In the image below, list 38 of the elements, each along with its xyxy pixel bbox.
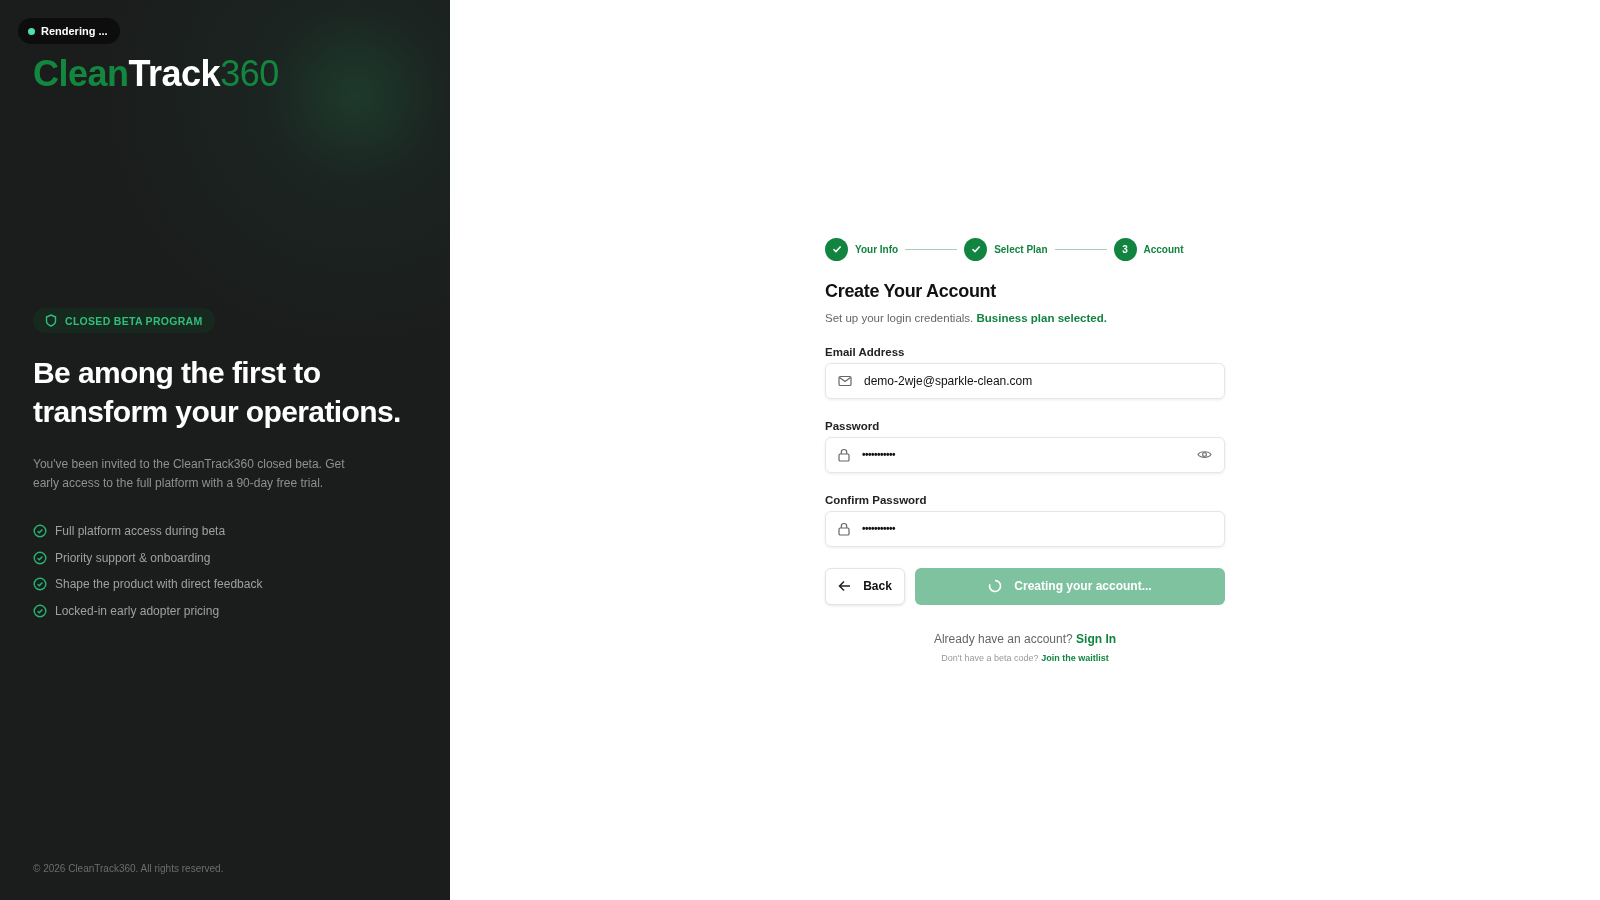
- lock-icon: [838, 447, 850, 462]
- check-circle-icon: [33, 524, 47, 539]
- eye-icon[interactable]: [1197, 449, 1212, 460]
- promo-heading: Be among the first to transform your operations.: [33, 355, 402, 430]
- feature-text: Full platform access during beta: [55, 524, 226, 539]
- step-number: 3: [1113, 237, 1137, 261]
- beta-code-prompt: Don't have a beta code?: [941, 652, 1039, 663]
- email-field[interactable]: demo-2wje@sparkle-clean.com: [825, 362, 1225, 399]
- signin-prompt: Already have an account?: [933, 631, 1073, 646]
- feature-text: Locked-in early adopter pricing: [55, 604, 220, 619]
- step-label: Your Info: [855, 243, 899, 255]
- sign-in-link[interactable]: Sign In: [1076, 631, 1117, 646]
- check-circle-icon: [33, 550, 47, 565]
- lock-icon: [838, 521, 850, 536]
- check-circle-icon: [33, 577, 47, 592]
- step-label: Account: [1143, 243, 1184, 255]
- step-label: Select Plan: [994, 243, 1048, 255]
- waitlist-link[interactable]: Join the waitlist: [1041, 652, 1109, 663]
- arrow-left-icon: [838, 580, 852, 592]
- feature-text: Shape the product with direct feedback: [55, 577, 263, 592]
- field-label: Email Address: [825, 345, 906, 358]
- brand-logo: CleanTrack360: [33, 52, 279, 96]
- form-subtitle: Set up your login credentials. Business plan selected.: [825, 311, 1108, 324]
- form-title: Create Your Account: [825, 280, 997, 302]
- rendering-badge: Rendering ...: [18, 18, 120, 44]
- copyright-text: © 2026 CleanTrack360. All rights reserved.: [33, 863, 225, 874]
- promo-text: You've been invited to the CleanTrack360 closed beta. Get early access to the full platform with a 90-day free trial.: [33, 456, 346, 492]
- beta-pill: CLOSED BETA PROGRAM: [33, 308, 215, 333]
- check-circle-icon: [33, 604, 47, 619]
- spinner-icon: [988, 579, 1003, 593]
- mail-icon: [838, 374, 852, 387]
- field-label: Confirm Password: [825, 493, 928, 506]
- password-field[interactable]: •••••••••••: [825, 436, 1225, 473]
- feature-text: Priority support & onboarding: [55, 550, 211, 565]
- back-button[interactable]: Back: [825, 567, 905, 605]
- password-field[interactable]: •••••••••••: [825, 510, 1225, 547]
- field-label: Password: [825, 419, 881, 432]
- shield-icon: [45, 314, 57, 327]
